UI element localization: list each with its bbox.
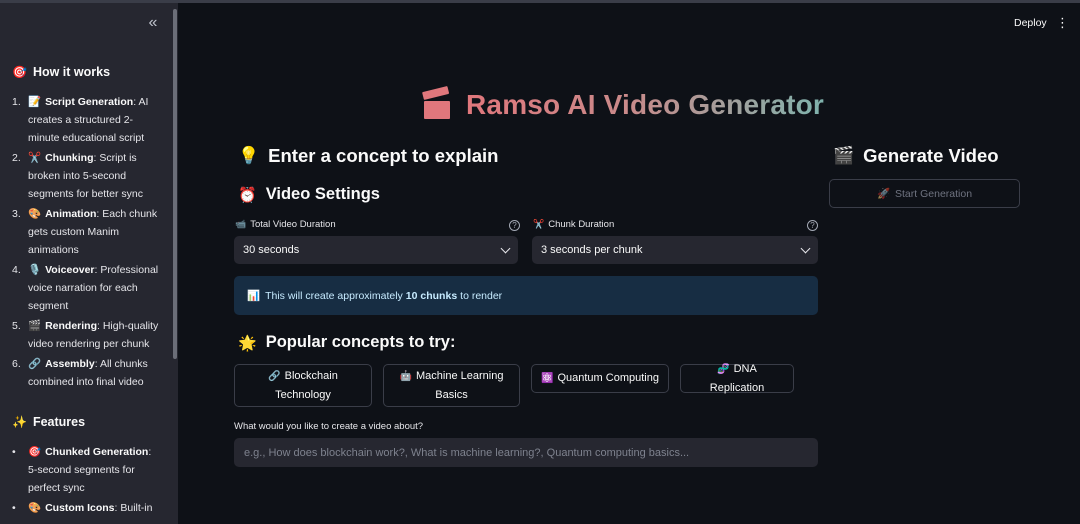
chevron-down-icon xyxy=(800,243,811,254)
dna-icon: 🧬 xyxy=(717,364,730,375)
concept-chip-dna-replication[interactable]: 🧬 DNA Replication xyxy=(680,363,794,394)
page-title: Ramso AI Video Generator xyxy=(422,85,824,125)
collapse-sidebar-icon[interactable]: « xyxy=(144,15,162,33)
robot-icon: 🤖 xyxy=(399,371,412,382)
bar-chart-icon: 📊 xyxy=(247,290,261,302)
target-icon: 🎯 xyxy=(12,65,27,79)
page-title-text: Ramso AI Video Generator xyxy=(466,89,825,120)
palette-icon: 🎨 xyxy=(28,502,42,514)
list-item: 1. 📝 Script Generation: AI creates a stru… xyxy=(12,96,149,144)
lightbulb-icon: 💡 xyxy=(238,146,260,165)
clapperboard-icon xyxy=(422,85,452,120)
main-menu-icon[interactable]: ⋮ xyxy=(1056,15,1069,31)
generate-heading: 🎬 Generate Video xyxy=(833,145,999,166)
concept-chip-quantum-computing[interactable]: ⚛️ Quantum Computing xyxy=(531,364,669,393)
help-icon[interactable]: ? xyxy=(807,220,818,231)
concept-heading: 💡 Enter a concept to explain xyxy=(238,145,499,166)
start-generation-button[interactable]: 🚀 Start Generation xyxy=(829,179,1020,208)
alarm-clock-icon: ⏰ xyxy=(238,186,257,204)
list-item: • 🎨 Custom Icons: Built-in xyxy=(12,502,153,514)
link-icon: 🔗 xyxy=(28,358,42,370)
info-alert: 📊 This will create approximately 10 chun… xyxy=(234,276,818,315)
prompt-label: What would you like to create a video ab… xyxy=(234,421,424,432)
popular-concepts-heading: 🌟 Popular concepts to try: xyxy=(238,333,456,352)
chevron-down-icon xyxy=(500,243,511,254)
palette-icon: 🎨 xyxy=(28,208,42,220)
video-camera-icon: 📹 xyxy=(235,219,247,229)
clapper-icon: 🎬 xyxy=(833,146,855,165)
list-item: 4. 🎙️ Voiceover: Professional voice narra… xyxy=(12,264,159,312)
how-it-works-list: 1. 📝 Script Generation: AI creates a stru… xyxy=(12,93,162,393)
scissors-icon: ✂️ xyxy=(28,152,42,164)
target-icon: 🎯 xyxy=(28,446,42,458)
features-list: • 🎯 Chunked Generation: 5-second segments… xyxy=(12,443,162,519)
concept-input[interactable] xyxy=(234,438,818,467)
list-item: 5. 🎬 Rendering: High-quality video render… xyxy=(12,320,159,350)
concept-chip-blockchain[interactable]: 🔗 Blockchain Technology xyxy=(234,364,372,407)
atom-icon: ⚛️ xyxy=(541,373,554,384)
sun-icon: 🌟 xyxy=(238,334,257,352)
total-duration-label: 📹 Total Video Duration xyxy=(235,219,336,230)
list-item: 2. ✂️ Chunking: Script is broken into 5-s… xyxy=(12,152,143,200)
how-it-works-heading: 🎯 How it works xyxy=(12,65,111,79)
sidebar-scrollbar[interactable] xyxy=(173,9,177,359)
scissors-icon: ✂️ xyxy=(533,219,545,229)
list-item: • 🎯 Chunked Generation: 5-second segments… xyxy=(12,446,152,494)
features-heading: ✨ Features xyxy=(12,415,86,429)
total-duration-select[interactable]: 30 seconds xyxy=(234,236,518,264)
deploy-button[interactable]: Deploy xyxy=(1014,17,1047,29)
clapper-icon: 🎬 xyxy=(28,320,42,332)
help-icon[interactable]: ? xyxy=(509,220,520,231)
rocket-icon: 🚀 xyxy=(876,188,891,200)
memo-icon: 📝 xyxy=(28,96,42,108)
list-item: 3. 🎨 Animation: Each chunk gets custom Ma… xyxy=(12,208,158,256)
link-icon: 🔗 xyxy=(268,371,281,382)
chunk-duration-select[interactable]: 3 seconds per chunk xyxy=(532,236,818,264)
microphone-icon: 🎙️ xyxy=(28,264,42,276)
list-item: 6. 🔗 Assembly: All chunks combined into f… xyxy=(12,358,148,388)
sidebar: « 🎯 How it works 1. 📝 Script Generation: A… xyxy=(0,3,178,524)
sparkles-icon: ✨ xyxy=(12,415,27,429)
concept-chip-machine-learning[interactable]: 🤖 Machine Learning Basics xyxy=(383,364,520,407)
video-settings-heading: ⏰ Video Settings xyxy=(238,185,380,204)
chunk-duration-label: ✂️ Chunk Duration xyxy=(533,219,615,230)
